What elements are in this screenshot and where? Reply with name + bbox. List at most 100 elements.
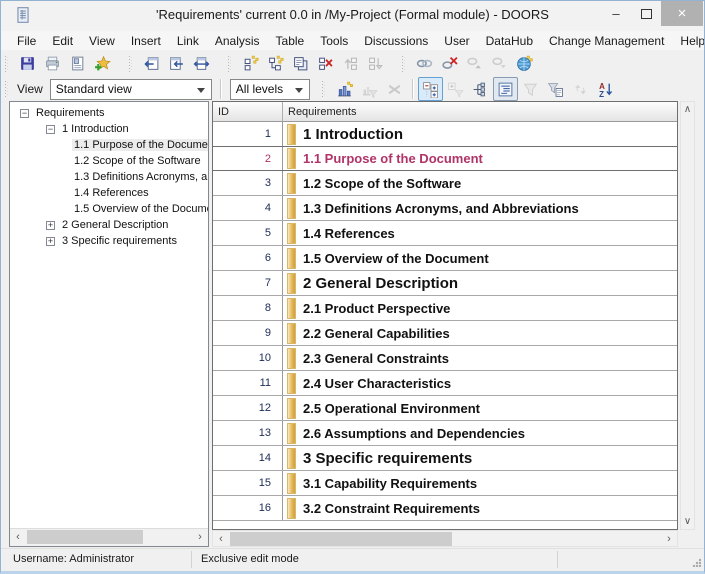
table-row[interactable]: 11 Introduction bbox=[213, 122, 677, 147]
requirements-grid-pane: ID Requirements 11 Introduction21.1 Purp… bbox=[212, 101, 678, 530]
object-heading-bar bbox=[287, 198, 296, 219]
title-bar[interactable]: 'Requirements' current 0.0 in /My-Projec… bbox=[1, 1, 704, 31]
expand-icon[interactable]: + bbox=[46, 237, 55, 246]
tree-item-1-3-definitions-acronyms-and-abbreviations[interactable]: 1.3 Definitions Acronyms, and Abbreviati… bbox=[10, 169, 208, 185]
table-row[interactable]: 82.1 Product Perspective bbox=[213, 296, 677, 321]
menu-item-edit[interactable]: Edit bbox=[44, 32, 81, 50]
new-object-icon[interactable] bbox=[238, 52, 263, 76]
tree-item-1-2-scope-of-the-software[interactable]: 1.2 Scope of the Software bbox=[10, 153, 208, 169]
indent-left-icon[interactable] bbox=[139, 52, 164, 76]
minimize-button[interactable]: – bbox=[601, 1, 631, 26]
save-icon[interactable] bbox=[15, 52, 40, 76]
scroll-down-icon[interactable]: ∨ bbox=[681, 514, 694, 529]
main-toolbar bbox=[1, 50, 704, 77]
scroll-left-icon[interactable]: ‹ bbox=[10, 529, 26, 545]
delete-object-icon[interactable] bbox=[313, 52, 338, 76]
link-indicators-icon[interactable] bbox=[468, 77, 493, 101]
table-row[interactable]: 132.6 Assumptions and Dependencies bbox=[213, 421, 677, 446]
table-row[interactable]: 51.4 References bbox=[213, 221, 677, 246]
grid-hscroll-thumb[interactable] bbox=[230, 532, 452, 546]
scroll-right-icon[interactable]: › bbox=[661, 531, 677, 547]
menu-item-user[interactable]: User bbox=[436, 32, 477, 50]
table-row[interactable]: 112.4 User Characteristics bbox=[213, 371, 677, 396]
copy-object-icon[interactable] bbox=[288, 52, 313, 76]
collapse-icon[interactable]: − bbox=[20, 109, 29, 118]
new-view-icon[interactable] bbox=[332, 77, 357, 101]
grid-vertical-scrollbar[interactable]: ∧ ∨ bbox=[680, 101, 695, 530]
menu-item-tools[interactable]: Tools bbox=[312, 32, 356, 50]
resize-grip[interactable] bbox=[692, 558, 701, 567]
menu-item-change-management[interactable]: Change Management bbox=[541, 32, 672, 50]
toolbar-grip bbox=[322, 81, 326, 97]
collapse-icon[interactable]: − bbox=[46, 125, 55, 134]
table-row[interactable]: 143 Specific requirements bbox=[213, 446, 677, 471]
tree-item-label: 1.1 Purpose of the Document bbox=[72, 139, 208, 151]
tree-hscroll-thumb[interactable] bbox=[27, 530, 143, 544]
tree-item-1-1-purpose-of-the-document[interactable]: 1.1 Purpose of the Document bbox=[10, 137, 208, 153]
scroll-right-icon[interactable]: › bbox=[192, 529, 208, 545]
tree-item-requirements[interactable]: −Requirements bbox=[10, 105, 208, 121]
table-row[interactable]: 61.5 Overview of the Document bbox=[213, 246, 677, 271]
tree-item-1-4-references[interactable]: 1.4 References bbox=[10, 185, 208, 201]
table-row[interactable]: 41.3 Definitions Acronyms, and Abbreviat… bbox=[213, 196, 677, 221]
link-browser-icon[interactable] bbox=[512, 52, 537, 76]
menu-item-insert[interactable]: Insert bbox=[123, 32, 169, 50]
levels-selector-value: All levels bbox=[236, 82, 283, 96]
object-id: 3 bbox=[213, 171, 283, 195]
menu-item-analysis[interactable]: Analysis bbox=[207, 32, 268, 50]
module-explorer-pane: −Requirements−1 Introduction 1.1 Purpose … bbox=[9, 101, 209, 547]
menu-item-link[interactable]: Link bbox=[169, 32, 207, 50]
create-link-icon[interactable] bbox=[412, 52, 437, 76]
delete-link-icon[interactable] bbox=[437, 52, 462, 76]
indent-left-alt-icon[interactable] bbox=[164, 52, 189, 76]
table-row[interactable]: 72 General Description bbox=[213, 271, 677, 296]
tree-horizontal-scrollbar[interactable]: ‹ › bbox=[10, 528, 208, 546]
tree-item-label: 1.3 Definitions Acronyms, and Abbreviati… bbox=[72, 171, 208, 183]
table-row[interactable]: 122.5 Operational Environment bbox=[213, 396, 677, 421]
toolbar-grip bbox=[5, 81, 9, 97]
table-row[interactable]: 153.1 Capability Requirements bbox=[213, 471, 677, 496]
add-favorite-icon[interactable] bbox=[90, 52, 115, 76]
object-id: 10 bbox=[213, 346, 283, 370]
outline-view-icon[interactable] bbox=[493, 77, 518, 101]
column-header-requirements[interactable]: Requirements bbox=[283, 102, 677, 121]
doors-window: 'Requirements' current 0.0 in /My-Projec… bbox=[0, 0, 705, 574]
menu-item-view[interactable]: View bbox=[81, 32, 123, 50]
expand-icon[interactable]: + bbox=[46, 221, 55, 230]
print-icon[interactable] bbox=[40, 52, 65, 76]
tree-item-1-5-overview-of-the-document[interactable]: 1.5 Overview of the Document bbox=[10, 201, 208, 217]
menu-item-table[interactable]: Table bbox=[268, 32, 313, 50]
scroll-up-icon[interactable]: ∧ bbox=[681, 102, 694, 117]
table-row[interactable]: 102.3 General Constraints bbox=[213, 346, 677, 371]
grid-horizontal-scrollbar[interactable]: ‹ › bbox=[212, 530, 678, 547]
menu-item-help[interactable]: Help bbox=[672, 32, 705, 50]
toolbar-grip bbox=[402, 56, 406, 72]
indent-both-icon[interactable] bbox=[189, 52, 214, 76]
table-row[interactable]: 21.1 Purpose of the Document bbox=[213, 146, 677, 171]
toolbar-separator bbox=[220, 79, 221, 99]
maximize-button[interactable] bbox=[631, 1, 661, 26]
menu-item-discussions[interactable]: Discussions bbox=[356, 32, 436, 50]
tree-item-2-general-description[interactable]: +2 General Description bbox=[10, 217, 208, 233]
object-text: 1.4 References bbox=[303, 226, 395, 241]
levels-selector[interactable]: All levels bbox=[230, 79, 310, 100]
object-id: 13 bbox=[213, 421, 283, 445]
table-row[interactable]: 92.2 General Capabilities bbox=[213, 321, 677, 346]
table-row[interactable]: 31.2 Scope of the Software bbox=[213, 171, 677, 196]
view-selector[interactable]: Standard view bbox=[50, 79, 212, 100]
menu-item-file[interactable]: File bbox=[9, 32, 44, 50]
object-heading-bar bbox=[287, 148, 296, 169]
expand-outline-icon[interactable] bbox=[418, 77, 443, 101]
scroll-left-icon[interactable]: ‹ bbox=[213, 531, 229, 547]
menu-item-datahub[interactable]: DataHub bbox=[478, 32, 541, 50]
table-row[interactable]: 163.2 Constraint Requirements bbox=[213, 496, 677, 521]
sort-icon[interactable]: AZ bbox=[593, 77, 618, 101]
column-header-id[interactable]: ID bbox=[213, 102, 283, 121]
object-text: 1.5 Overview of the Document bbox=[303, 251, 489, 266]
new-sub-object-icon[interactable] bbox=[263, 52, 288, 76]
close-button[interactable]: × bbox=[661, 1, 703, 26]
tree-item-3-specific-requirements[interactable]: +3 Specific requirements bbox=[10, 233, 208, 249]
advanced-filter-icon[interactable] bbox=[543, 77, 568, 101]
page-setup-icon[interactable] bbox=[65, 52, 90, 76]
tree-item-1-introduction[interactable]: −1 Introduction bbox=[10, 121, 208, 137]
